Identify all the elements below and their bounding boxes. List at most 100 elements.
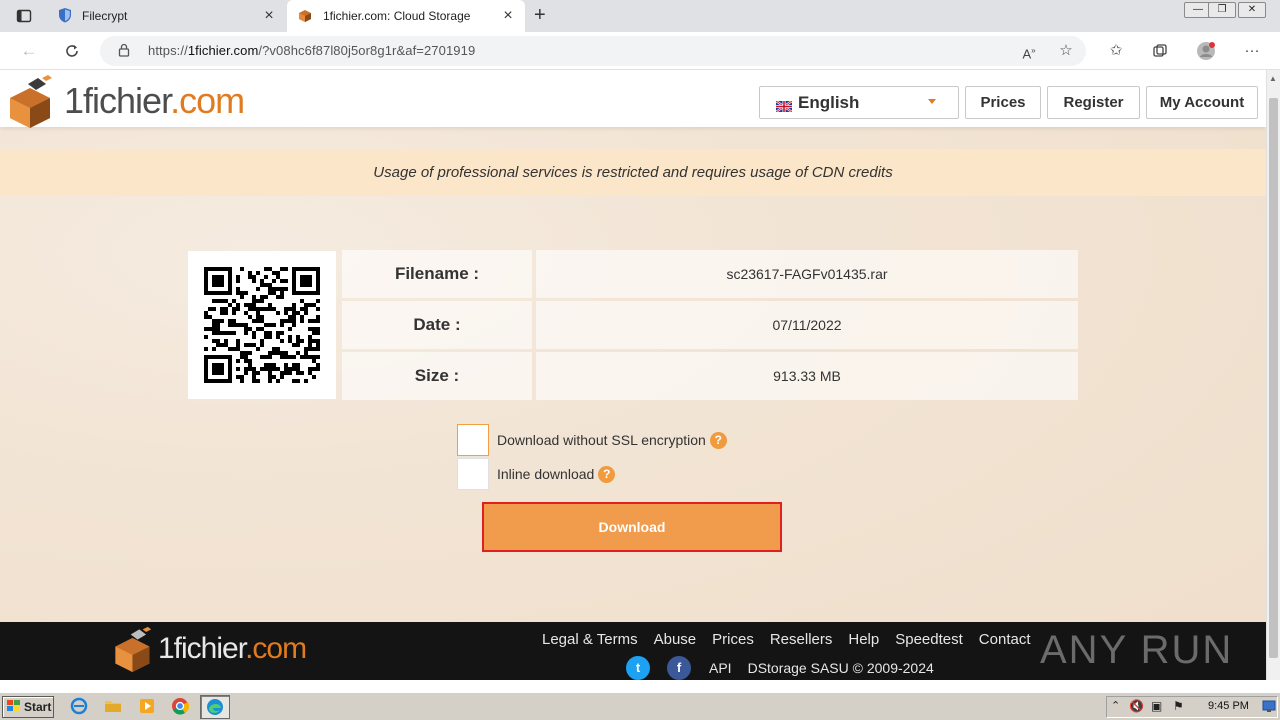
media-player-icon[interactable] bbox=[138, 697, 158, 717]
footer-link-contact[interactable]: Contact bbox=[979, 631, 1031, 648]
site-footer: 1fichier.com Legal & Terms Abuse Prices … bbox=[0, 622, 1266, 680]
logo-main: 1fichier bbox=[158, 632, 246, 665]
system-tray: ⌃ 🔇 ▣ ⚑ bbox=[1106, 696, 1278, 718]
windows-taskbar: Start ⌃ 🔇 ▣ ⚑ 9:45 PM bbox=[0, 692, 1280, 720]
taskbar-clock: 9:45 PM bbox=[1208, 700, 1249, 712]
no-ssl-checkbox[interactable] bbox=[457, 424, 489, 456]
volume-icon[interactable]: 🔇 bbox=[1129, 699, 1144, 713]
logo-suffix: .com bbox=[245, 632, 307, 665]
my-account-button[interactable]: My Account bbox=[1146, 86, 1258, 119]
tab-filecrypt[interactable]: Filecrypt × bbox=[48, 0, 286, 32]
restore-button[interactable]: ❐ bbox=[1208, 2, 1236, 18]
favorites-icon[interactable]: ✩ bbox=[1106, 41, 1126, 61]
url-text: https://1fichier.com/?v08hc6f87l80j5or8g… bbox=[148, 43, 475, 58]
filename-row: Filename : sc23617-FAGFv01435.rar bbox=[342, 250, 1078, 298]
url-input[interactable]: https://1fichier.com/?v08hc6f87l80j5or8g… bbox=[100, 36, 1086, 66]
url-domain: 1fichier.com bbox=[187, 43, 259, 58]
footer-link-prices[interactable]: Prices bbox=[712, 631, 754, 648]
filename-value: sc23617-FAGFv01435.rar bbox=[536, 250, 1078, 298]
date-row: Date : 07/11/2022 bbox=[342, 301, 1078, 349]
edge-taskbar-button[interactable] bbox=[200, 695, 230, 719]
download-button[interactable]: Download bbox=[482, 502, 782, 552]
box-favicon-icon bbox=[297, 7, 313, 26]
close-icon[interactable]: × bbox=[501, 7, 515, 25]
caret-down-icon bbox=[928, 99, 936, 104]
start-button[interactable]: Start bbox=[2, 696, 54, 718]
uk-flag-icon bbox=[775, 97, 793, 113]
footer-bottom-row: t f API DStorage SASU © 2009-2024 bbox=[626, 656, 934, 680]
page-scrollbar[interactable]: ▲ bbox=[1266, 70, 1280, 680]
site-header: 1fichier.com English Prices Register My … bbox=[0, 70, 1266, 128]
read-aloud-icon[interactable]: A» bbox=[1019, 41, 1039, 61]
help-icon[interactable]: ? bbox=[598, 465, 616, 483]
logo-suffix: .com bbox=[170, 80, 245, 121]
filename-label: Filename : bbox=[342, 250, 532, 298]
tab-actions-icon[interactable] bbox=[16, 8, 32, 24]
cdn-notice-banner: Usage of professional services is restri… bbox=[0, 149, 1266, 196]
add-favorite-icon[interactable]: ☆ bbox=[1056, 41, 1076, 61]
no-ssl-label: Download without SSL encryption bbox=[497, 432, 706, 448]
url-prefix: https:// bbox=[148, 43, 188, 58]
language-select[interactable]: English bbox=[759, 86, 959, 119]
show-desktop-icon[interactable] bbox=[1262, 699, 1276, 716]
url-path: /?v08hc6f87l80j5or8g1r&af=2701919 bbox=[258, 43, 476, 58]
explorer-folder-icon[interactable] bbox=[104, 697, 124, 717]
new-tab-button[interactable]: + bbox=[534, 4, 546, 26]
facebook-icon[interactable]: f bbox=[667, 656, 691, 680]
web-page: 1fichier.com English Prices Register My … bbox=[0, 70, 1266, 680]
footer-link-resellers[interactable]: Resellers bbox=[770, 631, 833, 648]
inline-download-label: Inline download bbox=[497, 466, 595, 482]
register-button[interactable]: Register bbox=[1047, 86, 1140, 119]
browser-tab-bar: Filecrypt × 1fichier.com: Cloud Storage … bbox=[0, 0, 1280, 32]
site-logo-text[interactable]: 1fichier.com bbox=[64, 80, 245, 122]
windows-logo-icon bbox=[7, 699, 21, 715]
tab-title: Filecrypt bbox=[82, 9, 128, 23]
twitter-icon[interactable]: t bbox=[626, 656, 650, 680]
size-label: Size : bbox=[342, 352, 532, 400]
edge-icon bbox=[206, 698, 224, 719]
profile-avatar-icon[interactable] bbox=[1196, 41, 1216, 61]
address-bar-row: ← https://1fichier.com/?v08hc6f87l80j5or… bbox=[0, 32, 1280, 70]
qr-code-image bbox=[204, 267, 320, 383]
footer-link-api[interactable]: API bbox=[709, 660, 732, 676]
tab-title: 1fichier.com: Cloud Storage bbox=[323, 9, 471, 23]
help-icon[interactable]: ? bbox=[709, 431, 727, 449]
collections-icon[interactable] bbox=[1150, 41, 1170, 61]
network-icon[interactable]: ▣ bbox=[1151, 699, 1162, 713]
tab-1fichier[interactable]: 1fichier.com: Cloud Storage × bbox=[287, 0, 525, 32]
close-icon[interactable]: × bbox=[262, 7, 276, 25]
footer-link-legal[interactable]: Legal & Terms bbox=[542, 631, 638, 648]
refresh-icon[interactable] bbox=[61, 40, 83, 62]
date-value: 07/11/2022 bbox=[536, 301, 1078, 349]
lock-icon bbox=[118, 43, 130, 60]
footer-link-speedtest[interactable]: Speedtest bbox=[895, 631, 963, 648]
size-value: 913.33 MB bbox=[536, 352, 1078, 400]
no-ssl-option: Download without SSL encryption ? bbox=[457, 424, 727, 456]
footer-links: Legal & Terms Abuse Prices Resellers Hel… bbox=[542, 631, 1047, 648]
footer-link-help[interactable]: Help bbox=[848, 631, 879, 648]
scroll-thumb[interactable] bbox=[1269, 98, 1278, 658]
box-logo-icon[interactable] bbox=[112, 626, 158, 675]
qr-code bbox=[188, 251, 336, 399]
inline-download-checkbox[interactable] bbox=[457, 458, 489, 490]
prices-button[interactable]: Prices bbox=[965, 86, 1041, 119]
back-arrow-icon[interactable]: ← bbox=[18, 40, 40, 62]
language-label: English bbox=[798, 92, 860, 112]
close-window-button[interactable]: ✕ bbox=[1238, 2, 1266, 18]
date-label: Date : bbox=[342, 301, 532, 349]
footer-logo-text[interactable]: 1fichier.com bbox=[158, 632, 307, 666]
scroll-up-icon[interactable]: ▲ bbox=[1269, 74, 1277, 83]
shield-icon bbox=[58, 7, 72, 26]
size-row: Size : 913.33 MB bbox=[342, 352, 1078, 400]
more-menu-icon[interactable]: ··· bbox=[1242, 41, 1262, 61]
copyright-text: DStorage SASU © 2009-2024 bbox=[747, 660, 934, 676]
tray-expand-icon[interactable]: ⌃ bbox=[1111, 699, 1120, 712]
start-label: Start bbox=[24, 700, 52, 714]
flag-icon[interactable]: ⚑ bbox=[1173, 699, 1184, 713]
box-logo-icon[interactable] bbox=[6, 74, 60, 131]
chrome-icon[interactable] bbox=[171, 697, 191, 717]
footer-link-abuse[interactable]: Abuse bbox=[654, 631, 697, 648]
inline-download-option: Inline download ? bbox=[457, 458, 616, 490]
internet-explorer-icon[interactable] bbox=[70, 697, 90, 717]
logo-main: 1fichier bbox=[64, 80, 171, 121]
